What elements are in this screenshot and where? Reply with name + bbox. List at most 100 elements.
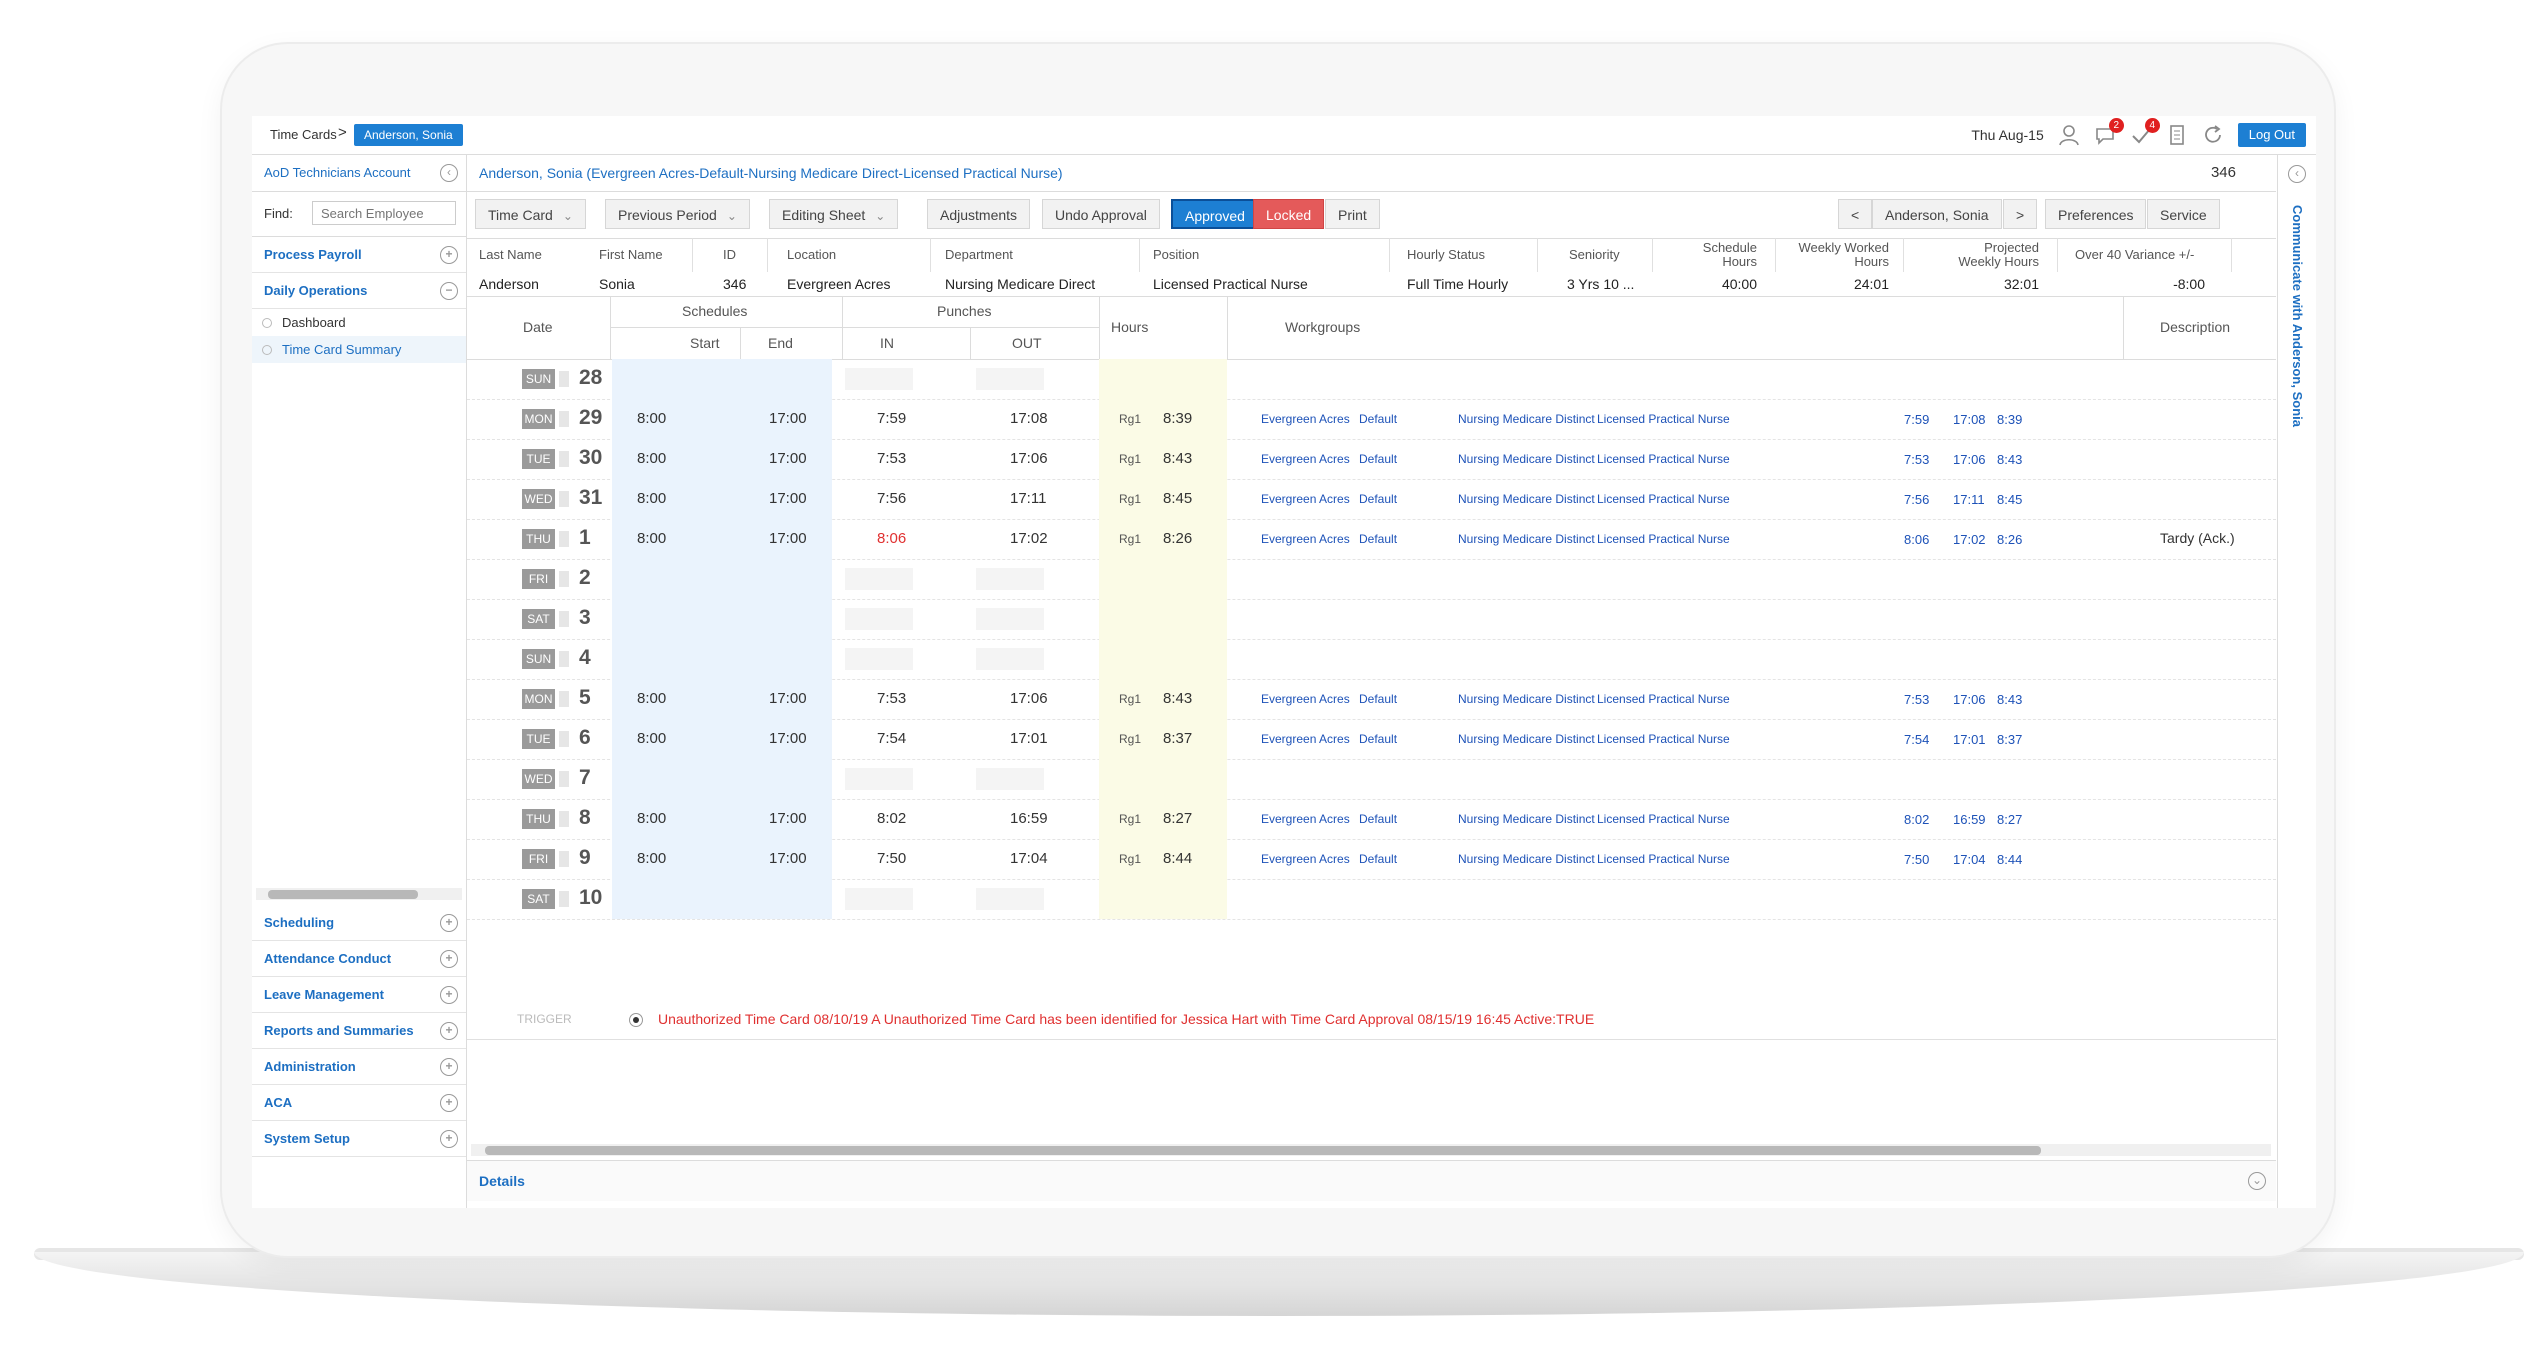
expand-icon[interactable]: +: [440, 1022, 458, 1040]
employee-title[interactable]: Anderson, Sonia (Evergreen Acres-Default…: [479, 155, 1063, 191]
search-employee-input[interactable]: [312, 201, 456, 225]
alerts-icon[interactable]: 2: [2094, 118, 2124, 146]
table-row[interactable]: SUN 4: [467, 639, 2276, 680]
scrollbar-thumb[interactable]: [268, 890, 418, 899]
table-row[interactable]: FRI 9 8:00 17:00 7:50 17:04 Rg1 8:44 Evergreen A…: [467, 839, 2276, 880]
collapse-sidebar-icon[interactable]: ‹: [440, 164, 458, 182]
trigger-radio[interactable]: [629, 1013, 643, 1027]
nav-leave-management[interactable]: Leave Management +: [252, 977, 466, 1013]
empty-punch-field[interactable]: [976, 888, 1044, 910]
undo-approval-button[interactable]: Undo Approval: [1042, 199, 1160, 229]
service-button[interactable]: Service: [2147, 199, 2220, 229]
table-row[interactable]: SAT 3: [467, 599, 2276, 640]
empty-punch-field[interactable]: [976, 368, 1044, 390]
nav-aca[interactable]: ACA +: [252, 1085, 466, 1121]
empty-punch-field[interactable]: [845, 368, 913, 390]
nav-administration[interactable]: Administration +: [252, 1049, 466, 1085]
expand-icon[interactable]: +: [440, 1130, 458, 1148]
previous-employee-button[interactable]: <: [1838, 199, 1873, 229]
breadcrumb-current[interactable]: Anderson, Sonia: [354, 124, 463, 146]
nav-time-card-summary[interactable]: Time Card Summary: [252, 336, 466, 363]
empty-punch-field[interactable]: [845, 888, 913, 910]
approved-button[interactable]: Approved: [1171, 199, 1259, 229]
row-punch-in[interactable]: 8:06: [877, 530, 906, 547]
nav-dashboard[interactable]: Dashboard: [252, 309, 466, 336]
preferences-button[interactable]: Preferences: [2045, 199, 2147, 229]
row-description: Tardy (Ack.): [2160, 530, 2235, 546]
table-row[interactable]: TUE 30 8:00 17:00 7:53 17:06 Rg1 8:43 Evergreen …: [467, 439, 2276, 480]
empty-punch-field[interactable]: [845, 768, 913, 790]
logout-button[interactable]: Log Out: [2237, 123, 2306, 147]
tasks-icon[interactable]: 4: [2130, 118, 2160, 146]
table-row[interactable]: TUE 6 8:00 17:00 7:54 17:01 Rg1 8:37 Evergreen A…: [467, 719, 2276, 760]
trigger-message[interactable]: Unauthorized Time Card 08/10/19 A Unauth…: [658, 1011, 1594, 1027]
nav-reports-summaries[interactable]: Reports and Summaries +: [252, 1013, 466, 1049]
employee-selector[interactable]: Anderson, Sonia: [1872, 199, 2002, 229]
editing-sheet-dropdown[interactable]: Editing Sheet ⌄: [769, 199, 899, 229]
row-weekday: SUN: [522, 369, 569, 389]
report-icon[interactable]: [2166, 124, 2188, 146]
row-punch-out[interactable]: 17:08: [1010, 410, 1048, 427]
expand-details-icon[interactable]: ⌄: [2248, 1172, 2266, 1190]
empty-punch-field[interactable]: [845, 648, 913, 670]
scrollbar-thumb[interactable]: [485, 1146, 2041, 1155]
table-row[interactable]: MON 29 8:00 17:00 7:59 17:08 Rg1 8:39 Evergreen …: [467, 399, 2276, 440]
table-row[interactable]: WED 7: [467, 759, 2276, 800]
row-punch-out[interactable]: 17:02: [1010, 530, 1048, 547]
expand-icon[interactable]: +: [440, 986, 458, 1004]
account-label[interactable]: AoD Technicians Account: [264, 165, 410, 180]
row-punch-out[interactable]: 17:11: [1010, 490, 1046, 507]
table-row[interactable]: SUN 28: [467, 359, 2276, 400]
table-row[interactable]: THU 8 8:00 17:00 8:02 16:59 Rg1 8:27 Evergreen A…: [467, 799, 2276, 840]
collapse-icon[interactable]: −: [440, 282, 458, 300]
expand-icon[interactable]: +: [440, 1094, 458, 1112]
row-punch-in[interactable]: 8:02: [877, 810, 906, 827]
table-row[interactable]: SAT 10: [467, 879, 2276, 920]
row-punch-out[interactable]: 17:06: [1010, 690, 1048, 707]
empty-punch-field[interactable]: [976, 568, 1044, 590]
row-punch-in[interactable]: 7:50: [877, 850, 906, 867]
grid-scrollbar[interactable]: [471, 1144, 2271, 1156]
row-punch-in[interactable]: 7:53: [877, 690, 906, 707]
breadcrumb-root[interactable]: Time Cards: [270, 127, 337, 142]
row-punch-out[interactable]: 17:04: [1010, 850, 1048, 867]
table-row[interactable]: FRI 2: [467, 559, 2276, 600]
user-icon[interactable]: [2058, 124, 2080, 146]
nav-system-setup[interactable]: System Setup +: [252, 1121, 466, 1157]
expand-icon[interactable]: +: [440, 914, 458, 932]
row-punch-in[interactable]: 7:56: [877, 490, 906, 507]
row-punch-in[interactable]: 7:53: [877, 450, 906, 467]
communicate-label[interactable]: Communicate with Anderson, Sonia: [2290, 205, 2305, 427]
empty-punch-field[interactable]: [976, 608, 1044, 630]
sidebar-scrollbar[interactable]: [256, 888, 462, 900]
empty-punch-field[interactable]: [845, 608, 913, 630]
row-punch-in[interactable]: 7:59: [877, 410, 906, 427]
rail-toggle-icon[interactable]: ‹: [2288, 165, 2306, 183]
table-row[interactable]: MON 5 8:00 17:00 7:53 17:06 Rg1 8:43 Evergreen A…: [467, 679, 2276, 720]
expand-icon[interactable]: +: [440, 246, 458, 264]
table-row[interactable]: WED 31 8:00 17:00 7:56 17:11 Rg1 8:45 Evergreen …: [467, 479, 2276, 520]
nav-daily-operations[interactable]: Daily Operations −: [252, 273, 466, 309]
nav-attendance-conduct[interactable]: Attendance Conduct +: [252, 941, 466, 977]
row-punch-out[interactable]: 17:01: [1010, 730, 1048, 747]
adjustments-button[interactable]: Adjustments: [927, 199, 1031, 229]
nav-scheduling[interactable]: Scheduling +: [252, 905, 466, 941]
row-punch-out[interactable]: 17:06: [1010, 450, 1048, 467]
empty-punch-field[interactable]: [976, 648, 1044, 670]
row-punch-out[interactable]: 16:59: [1010, 810, 1048, 827]
nav-process-payroll[interactable]: Process Payroll +: [252, 237, 466, 273]
details-label[interactable]: Details: [479, 1173, 525, 1189]
print-button[interactable]: Print: [1325, 199, 1380, 229]
expand-icon[interactable]: +: [440, 1058, 458, 1076]
refresh-icon[interactable]: [2202, 124, 2224, 146]
row-punch-in[interactable]: 7:54: [877, 730, 906, 747]
row-workgroup-department: Nursing Medicare Distinct: [1458, 492, 1595, 506]
previous-period-dropdown[interactable]: Previous Period ⌄: [605, 199, 750, 229]
empty-punch-field[interactable]: [976, 768, 1044, 790]
empty-punch-field[interactable]: [845, 568, 913, 590]
expand-icon[interactable]: +: [440, 950, 458, 968]
next-employee-button[interactable]: >: [2003, 199, 2038, 229]
time-card-dropdown[interactable]: Time Card ⌄: [475, 199, 586, 229]
table-row[interactable]: THU 1 8:00 17:00 8:06 17:02 Rg1 8:26 Evergreen A…: [467, 519, 2276, 560]
locked-button[interactable]: Locked: [1253, 199, 1325, 229]
